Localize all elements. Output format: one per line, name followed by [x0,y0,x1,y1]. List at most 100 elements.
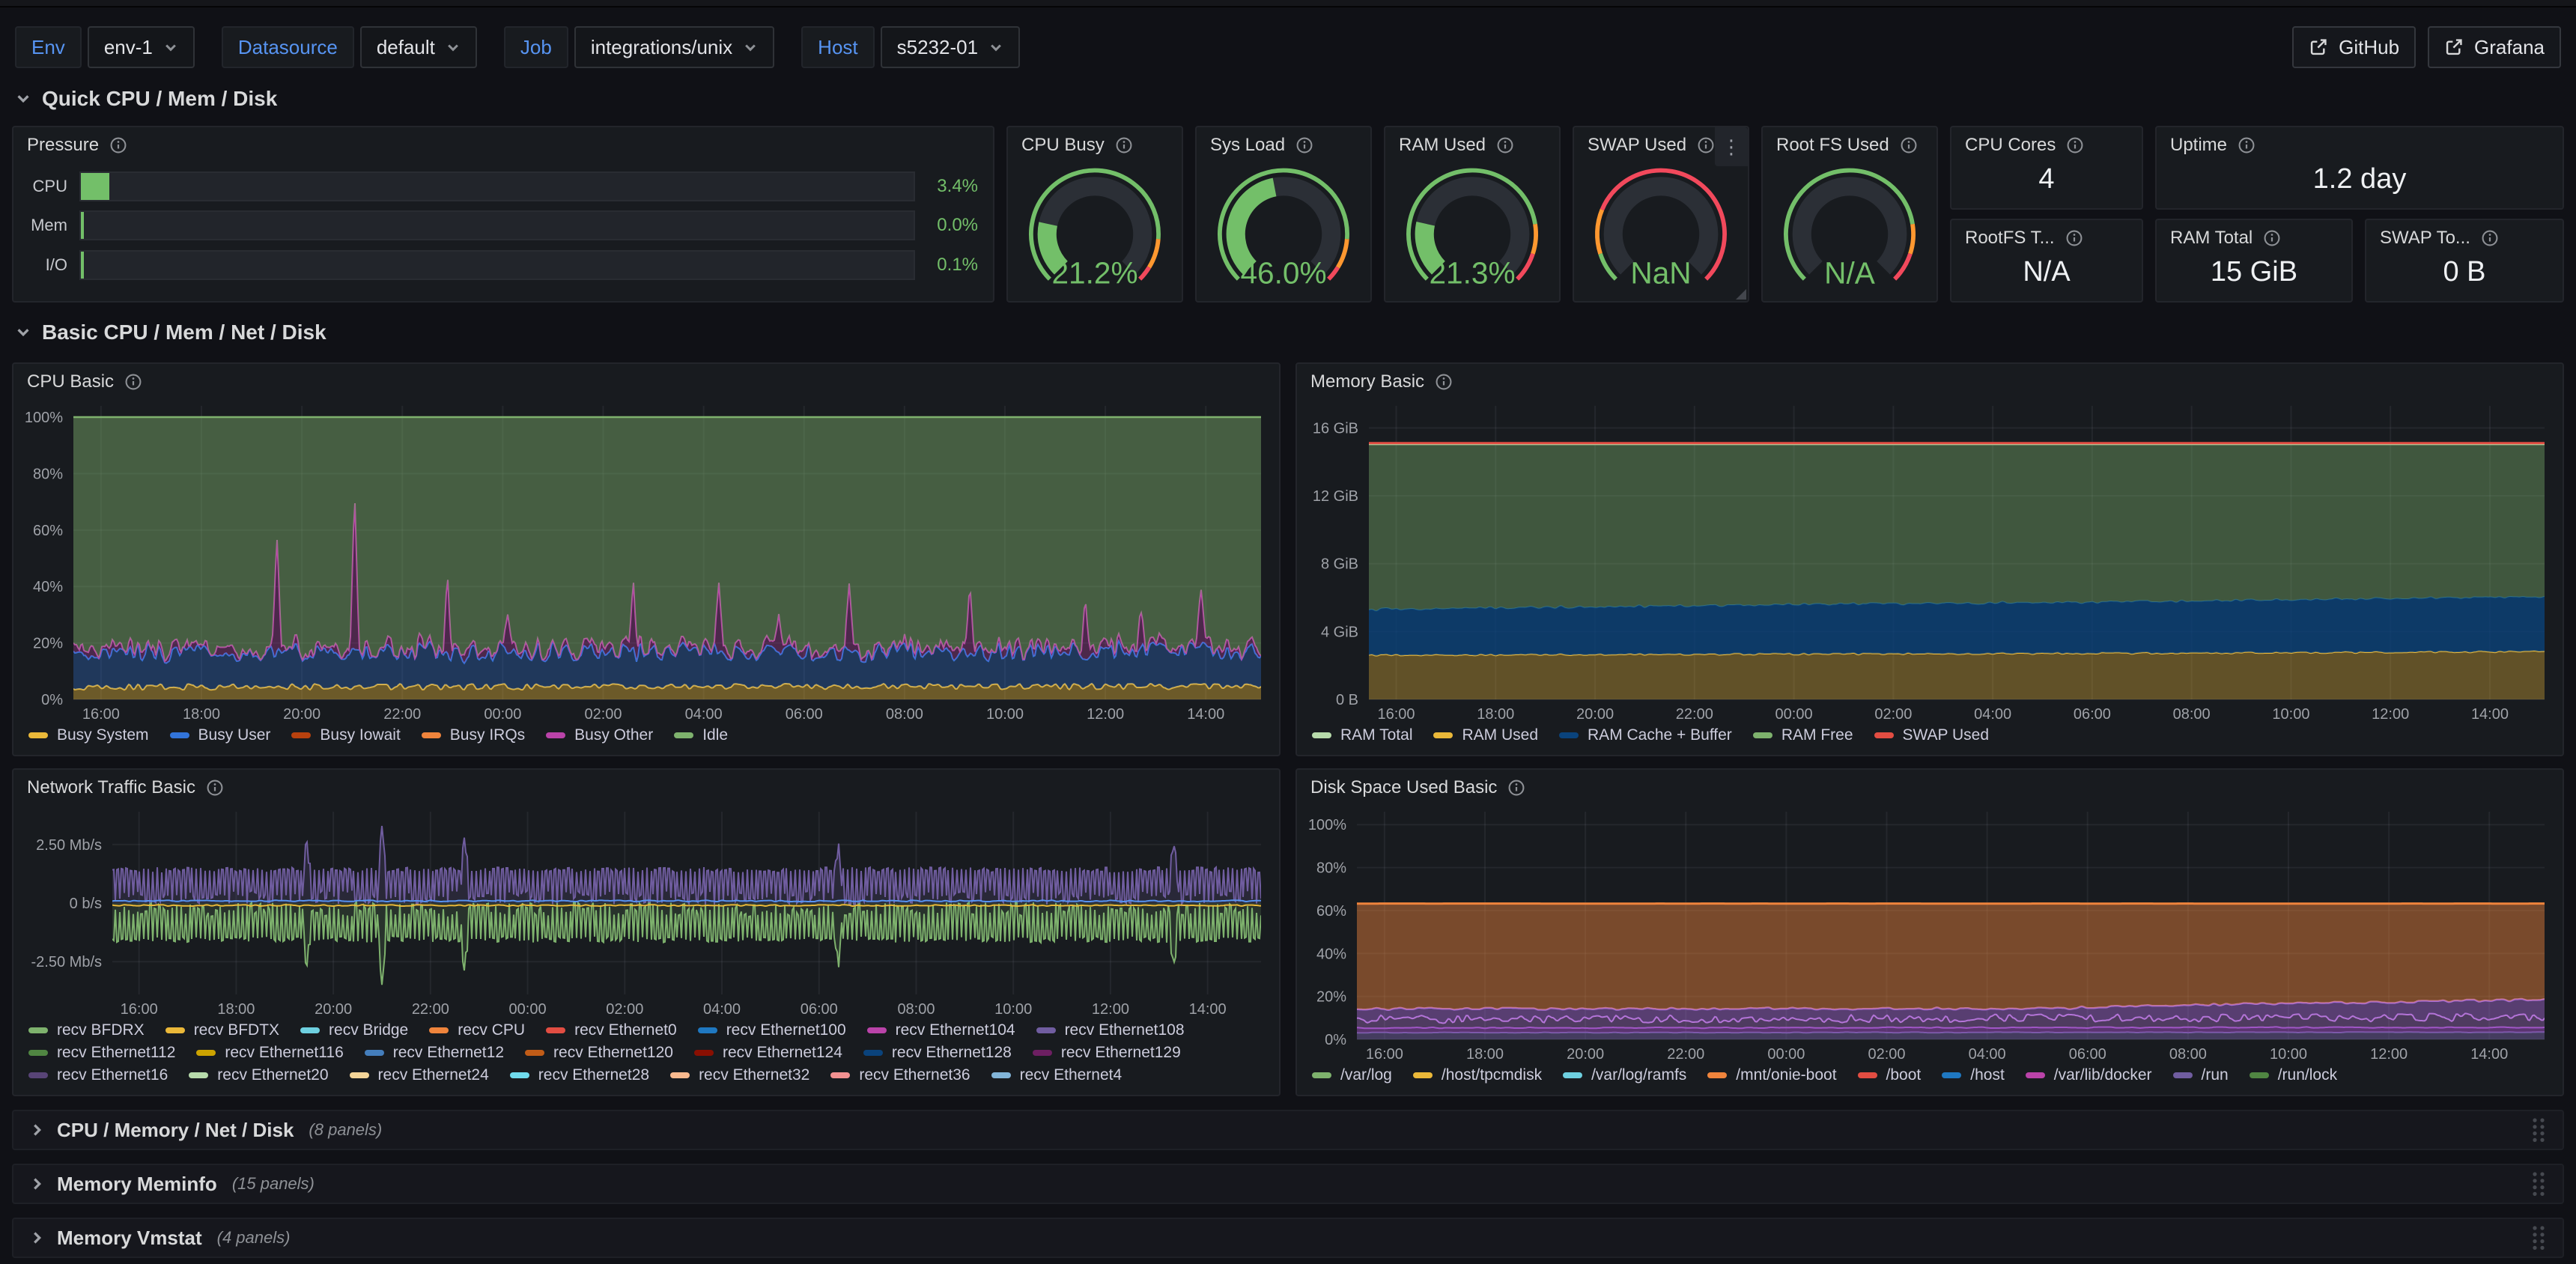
drag-handle-icon[interactable] [2530,1116,2548,1143]
row-header-basic[interactable]: Basic CPU / Mem / Net / Disk [12,316,2564,349]
info-icon[interactable] [1507,779,1525,797]
legend-item[interactable]: Busy Iowait [291,726,400,744]
drag-handle-icon[interactable] [2530,1170,2548,1197]
memory-basic-chart[interactable]: 0 B4 GiB8 GiB12 GiB16 GiB16:0018:0020:00… [1300,397,2557,723]
panel-title[interactable]: Uptime [2170,135,2227,156]
legend-item[interactable]: SWAP Used [1874,726,1990,744]
legend-item[interactable]: RAM Used [1433,726,1538,744]
panel-resize-handle[interactable] [1736,289,1746,300]
panel-title[interactable]: RAM Total [2170,228,2253,249]
grafana-link-button[interactable]: Grafana [2428,26,2561,68]
row-header-quick[interactable]: Quick CPU / Mem / Disk [12,81,2564,117]
panel-title[interactable]: RAM Used [1399,135,1486,156]
legend-item[interactable]: recv Ethernet124 [694,1044,842,1062]
legend-item[interactable]: /var/log/ramfs [1563,1066,1686,1084]
legend-item[interactable]: recv Ethernet36 [830,1066,970,1084]
job-variable-value[interactable]: integrations/unix [574,26,774,68]
panel-title[interactable]: CPU Busy [1021,135,1105,156]
info-icon[interactable] [2481,229,2499,247]
panel-memory-basic: Memory Basic 0 B4 GiB8 GiB12 GiB16 GiB16… [1295,362,2564,756]
legend-item[interactable]: recv Ethernet32 [670,1066,809,1084]
legend-item[interactable]: RAM Total [1312,726,1412,744]
info-icon[interactable] [1697,136,1715,154]
row-header-memory-meminfo[interactable]: Memory Meminfo (15 panels) [12,1164,2564,1204]
legend-item[interactable]: recv Ethernet28 [510,1066,649,1084]
legend-item[interactable]: /run/lock [2250,1066,2337,1084]
legend-item[interactable]: /mnt/onie-boot [1707,1066,1836,1084]
host-variable-value[interactable]: s5232-01 [881,26,1020,68]
legend-item[interactable]: recv BFDRX [28,1021,145,1039]
legend-label: /mnt/onie-boot [1736,1066,1836,1084]
info-icon[interactable] [2065,229,2083,247]
legend-item[interactable]: recv Ethernet128 [863,1044,1012,1062]
legend-item[interactable]: recv Ethernet112 [28,1044,175,1062]
legend-item[interactable]: /host/tpcmdisk [1413,1066,1542,1084]
legend-item[interactable]: /run [2173,1066,2229,1084]
legend-item[interactable]: recv Ethernet4 [991,1066,1123,1084]
info-icon[interactable] [1496,136,1514,154]
panel-title[interactable]: CPU Cores [1965,135,2056,156]
info-icon[interactable] [2066,136,2084,154]
info-icon[interactable] [1295,136,1313,154]
github-link-button[interactable]: GitHub [2292,26,2416,68]
info-icon[interactable] [124,373,142,391]
svg-text:16:00: 16:00 [82,706,120,723]
legend-item[interactable]: /host [1942,1066,2005,1084]
info-icon[interactable] [206,779,224,797]
panel-swap-total: SWAP To...0 B [2365,219,2564,303]
env-variable-value[interactable]: env-1 [88,26,195,68]
legend-item[interactable]: Busy Other [546,726,653,744]
legend-item[interactable]: RAM Cache + Buffer [1559,726,1732,744]
legend-item[interactable]: recv Ethernet20 [189,1066,328,1084]
row-header-cpu-memory-net-disk[interactable]: CPU / Memory / Net / Disk (8 panels) [12,1110,2564,1150]
legend-item[interactable]: recv Ethernet24 [350,1066,489,1084]
panel-title[interactable]: SWAP Used [1588,135,1686,156]
host-variable: Host s5232-01 [801,26,1020,68]
panel-title[interactable]: Root FS Used [1776,135,1889,156]
cpu-basic-chart[interactable]: 0%20%40%60%80%100%16:0018:0020:0022:0000… [16,397,1273,723]
legend-item[interactable]: recv Ethernet0 [546,1021,677,1039]
legend-item[interactable]: recv Ethernet104 [867,1021,1015,1039]
legend-item[interactable]: Busy User [170,726,271,744]
legend-item[interactable]: recv Bridge [300,1021,408,1039]
legend-item[interactable]: /boot [1858,1066,1922,1084]
legend-item[interactable]: recv Ethernet108 [1036,1021,1185,1039]
panel-title[interactable]: Sys Load [1210,135,1285,156]
network-basic-chart[interactable]: -2.50 Mb/s0 b/s2.50 Mb/s16:0018:0020:002… [16,803,1273,1018]
svg-text:16:00: 16:00 [1366,1046,1403,1063]
legend-item[interactable]: Busy System [28,726,149,744]
datasource-variable-value[interactable]: default [360,26,477,68]
legend-item[interactable]: RAM Free [1753,726,1853,744]
info-icon[interactable] [1115,136,1133,154]
legend-item[interactable]: Busy IRQs [422,726,525,744]
panel-title[interactable]: Pressure [27,135,99,156]
panel-title[interactable]: RootFS T... [1965,228,2055,249]
panel-title[interactable]: CPU Basic [27,371,114,392]
legend-item[interactable]: recv BFDTX [165,1021,279,1039]
info-icon[interactable] [2238,136,2255,154]
row-panel-count: (4 panels) [217,1228,291,1248]
legend-item[interactable]: recv Ethernet12 [365,1044,504,1062]
info-icon[interactable] [1900,136,1918,154]
drag-handle-icon[interactable] [2530,1224,2548,1251]
info-icon[interactable] [1435,373,1453,391]
info-icon[interactable] [2263,229,2281,247]
panel-title[interactable]: SWAP To... [2380,228,2470,249]
legend-item[interactable]: recv Ethernet120 [525,1044,673,1062]
info-icon[interactable] [109,136,127,154]
legend-item[interactable]: recv Ethernet129 [1033,1044,1181,1062]
panel-title[interactable]: Disk Space Used Basic [1310,777,1497,798]
legend-item[interactable]: /var/lib/docker [2026,1066,2152,1084]
legend-item[interactable]: recv Ethernet116 [196,1044,343,1062]
panel-menu-icon[interactable]: ⋮ [1715,127,1748,166]
legend-item[interactable]: recv Ethernet16 [28,1066,168,1084]
disk-basic-chart[interactable]: 0%20%40%60%80%100%16:0018:0020:0022:0000… [1300,803,2557,1063]
row-header-memory-vmstat[interactable]: Memory Vmstat (4 panels) [12,1218,2564,1258]
panel-title[interactable]: Network Traffic Basic [27,777,195,798]
legend-label: recv Ethernet104 [896,1021,1015,1039]
legend-item[interactable]: recv Ethernet100 [698,1021,846,1039]
legend-item[interactable]: Idle [674,726,728,744]
legend-item[interactable]: /var/log [1312,1066,1392,1084]
legend-item[interactable]: recv CPU [429,1021,525,1039]
panel-title[interactable]: Memory Basic [1310,371,1424,392]
